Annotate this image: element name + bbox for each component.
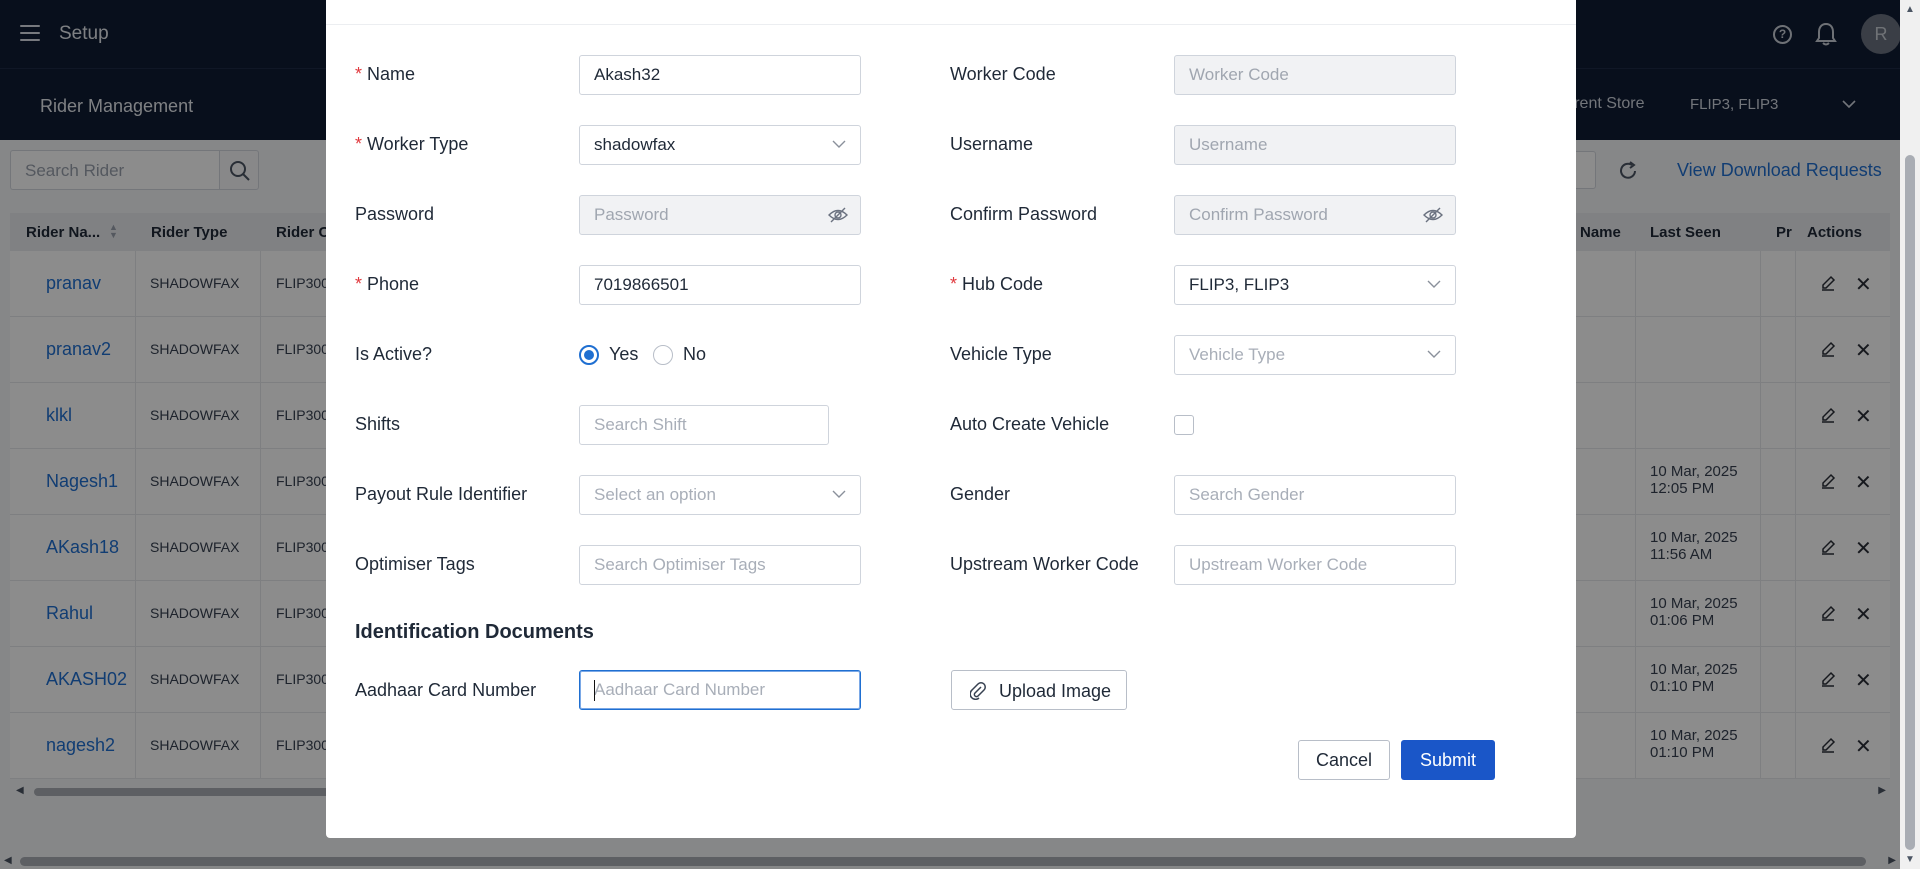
paperclip-icon	[970, 682, 986, 700]
gender-label: Gender	[950, 484, 1011, 504]
name-input[interactable]: Akash32	[579, 55, 861, 95]
submit-button[interactable]: Submit	[1401, 740, 1495, 780]
name-label: * Name	[355, 64, 416, 84]
upstream-worker-code-input[interactable]: Upstream Worker Code	[1174, 545, 1456, 585]
vehicle-type-label: Vehicle Type	[950, 344, 1052, 364]
worker-type-select[interactable]: shadowfax	[579, 125, 861, 165]
payout-rule-select[interactable]: Select an option	[579, 475, 861, 515]
optimiser-tags-input[interactable]: Search Optimiser Tags	[579, 545, 861, 585]
chevron-down-icon	[832, 490, 846, 498]
hub-code-value: FLIP3, FLIP3	[1189, 275, 1290, 294]
confirm-password-label: Confirm Password	[950, 204, 1098, 224]
chevron-down-icon	[832, 140, 846, 148]
scroll-down-arrow[interactable]: ▼	[1905, 854, 1915, 865]
page-vertical-scrollbar[interactable]: ▲ ▼	[1900, 0, 1920, 869]
password-label: Password	[355, 204, 435, 224]
is-active-label: Is Active?	[355, 344, 433, 364]
hub-code-label: * Hub Code	[950, 274, 1044, 294]
vehicle-type-placeholder: Vehicle Type	[1189, 345, 1286, 364]
aadhaar-label: Aadhaar Card Number	[355, 680, 537, 700]
vehicle-type-select[interactable]: Vehicle Type	[1174, 335, 1456, 375]
worker-code-input[interactable]: Worker Code	[1174, 55, 1456, 95]
auto-create-vehicle-checkbox[interactable]	[1174, 415, 1194, 435]
chevron-down-icon	[1427, 280, 1441, 288]
aadhaar-input[interactable]: Aadhaar Card Number	[579, 670, 861, 710]
cancel-button[interactable]: Cancel	[1298, 740, 1390, 780]
add-rider-modal: * Name Akash32 Worker Code Worker Code * W…	[326, 0, 1576, 838]
phone-label: * Phone	[355, 274, 420, 294]
worker-code-label: Worker Code	[950, 64, 1056, 84]
is-active-yes-radio[interactable]	[579, 345, 599, 365]
password-input[interactable]: Password	[579, 195, 861, 235]
hub-code-select[interactable]: FLIP3, FLIP3	[1174, 265, 1456, 305]
chevron-down-icon	[1427, 350, 1441, 358]
gender-input[interactable]: Search Gender	[1174, 475, 1456, 515]
aadhaar-placeholder: Aadhaar Card Number	[594, 680, 766, 699]
upstream-worker-code-label: Upstream Worker Code	[950, 554, 1139, 574]
eye-invisible-icon[interactable]	[828, 206, 848, 224]
worker-type-value: shadowfax	[594, 135, 676, 154]
password-placeholder: Password	[594, 205, 669, 224]
scroll-up-arrow[interactable]: ▲	[1905, 4, 1915, 15]
username-label: Username	[950, 134, 1034, 154]
shifts-label: Shifts	[355, 414, 401, 434]
payout-rule-label: Payout Rule Identifier	[355, 484, 528, 504]
is-active-yes-label[interactable]: Yes	[609, 344, 638, 365]
username-input[interactable]: Username	[1174, 125, 1456, 165]
auto-create-vehicle-label: Auto Create Vehicle	[950, 414, 1110, 434]
text-cursor	[594, 680, 595, 701]
identification-documents-heading: Identification Documents	[355, 621, 594, 643]
shifts-input[interactable]: Search Shift	[579, 405, 829, 445]
optimiser-tags-label: Optimiser Tags	[355, 554, 475, 574]
payout-rule-placeholder: Select an option	[594, 485, 716, 504]
is-active-no-radio[interactable]	[653, 345, 673, 365]
eye-invisible-icon[interactable]	[1423, 206, 1443, 224]
confirm-password-placeholder: Confirm Password	[1189, 205, 1328, 224]
confirm-password-input[interactable]: Confirm Password	[1174, 195, 1456, 235]
phone-input[interactable]: 7019866501	[579, 265, 861, 305]
is-active-no-label[interactable]: No	[683, 344, 706, 365]
upload-image-label: Upload Image	[999, 681, 1112, 701]
upload-image-button[interactable]: Upload Image	[951, 670, 1127, 710]
worker-type-label: * Worker Type	[355, 134, 469, 154]
